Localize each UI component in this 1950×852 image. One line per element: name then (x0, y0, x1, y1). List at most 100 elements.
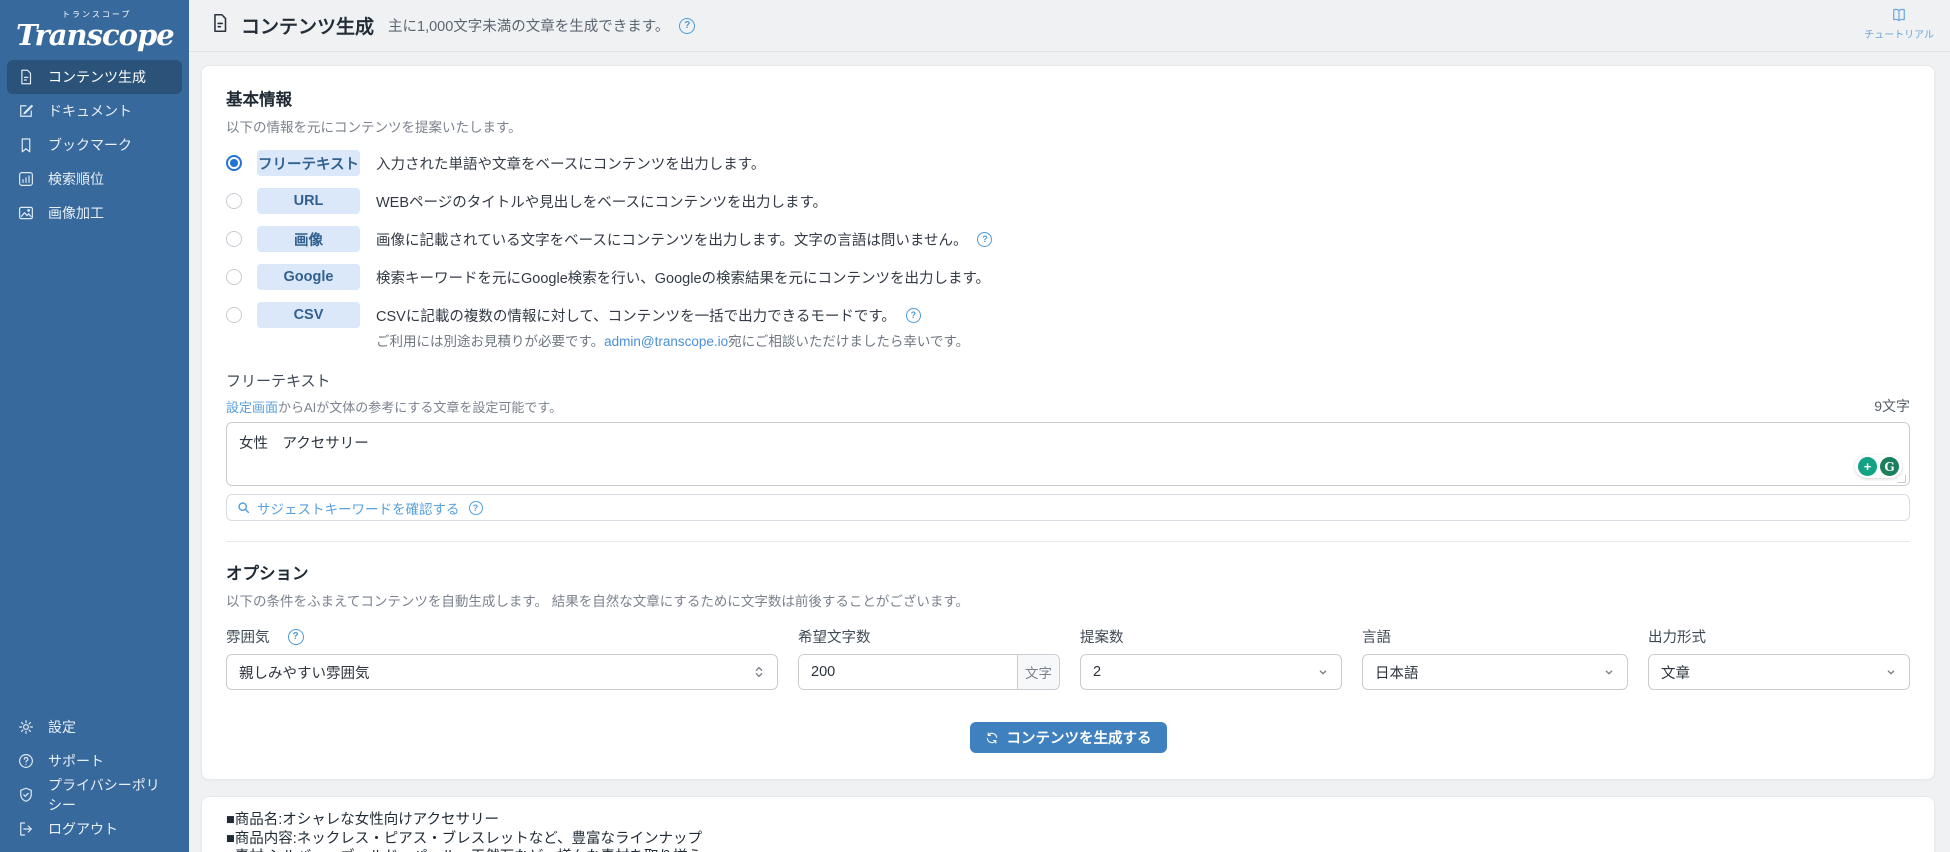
mode-badge[interactable]: CSV (257, 302, 360, 328)
mode-badge[interactable]: 画像 (257, 226, 360, 252)
language-select[interactable]: 日本語 (1362, 654, 1628, 690)
mode-description: 画像に記載されている文字をベースにコンテンツを出力します。文字の言語は問いません… (376, 232, 968, 249)
sidebar-item-logout[interactable]: ログアウト (7, 812, 182, 846)
generation-form-card: 基本情報 以下の情報を元にコンテンツを提案いたします。 フリーテキスト 入力され… (201, 65, 1935, 780)
grammarly-g-icon[interactable]: G (1880, 457, 1899, 476)
sidebar-item-label: ドキュメント (48, 103, 132, 120)
search-icon (238, 502, 250, 514)
mood-select[interactable]: 親しみやすい雰囲気 (226, 654, 778, 690)
help-icon[interactable]: ? (287, 628, 304, 645)
char-target-label: 希望文字数 (798, 630, 871, 646)
sidebar-item-label: プライバシーポリシー (48, 777, 160, 813)
sidebar-nav: コンテンツ生成 ドキュメント ブックマーク 検索順位 画像加工 (0, 60, 189, 230)
radio-freetext[interactable] (226, 155, 242, 171)
suggest-keywords-button[interactable]: サジェストキーワードを確認する ? (226, 494, 1910, 521)
sidebar-item-bookmarks[interactable]: ブックマーク (7, 128, 182, 162)
proposal-count-select[interactable]: 2 (1080, 654, 1342, 690)
mood-value: 親しみやすい雰囲気 (239, 665, 370, 682)
help-icon[interactable]: ? (679, 17, 696, 34)
basic-info-description: 以下の情報を元にコンテンツを提案いたします。 (226, 120, 522, 135)
help-icon[interactable]: ? (977, 231, 993, 247)
chevron-down-icon (1887, 670, 1895, 675)
chevron-down-icon (1319, 670, 1327, 675)
main-area: コンテンツ生成 主に1,000文字未満の文章を生成できます。 ? チュートリアル… (189, 0, 1950, 852)
csv-note-pre: ご利用には別途お見積りが必要です。 (376, 334, 605, 349)
sidebar-item-search-rank[interactable]: 検索順位 (7, 162, 182, 196)
proposal-count-value: 2 (1093, 664, 1102, 680)
tutorial-link[interactable]: チュートリアル (1864, 6, 1934, 41)
app-root: トランスコープ Transcope コンテンツ生成 ドキュメント ブックマーク … (0, 0, 1950, 852)
gear-icon (16, 718, 35, 737)
output-format-label: 出力形式 (1648, 630, 1706, 646)
chart-icon (16, 170, 35, 189)
assistant-plus-icon[interactable]: + (1858, 457, 1877, 476)
char-target-group: 文字 (798, 654, 1060, 690)
language-value: 日本語 (1375, 665, 1419, 682)
mode-description: 入力された単語や文章をベースにコンテンツを出力します。 (376, 156, 766, 173)
section-divider (226, 541, 1910, 542)
help-icon[interactable]: ? (468, 500, 483, 515)
mood-label-text: 雰囲気 (226, 630, 270, 646)
suggest-keywords-label: サジェストキーワードを確認する (257, 501, 460, 517)
radio-csv[interactable] (226, 307, 242, 323)
freetext-sub-row: 設定画面からAIが文体の参考にする文章を設定可能です。 9文字 (226, 396, 1910, 416)
tutorial-label: チュートリアル (1864, 30, 1934, 41)
radio-image[interactable] (226, 231, 242, 247)
generate-button-row: コンテンツを生成する (226, 722, 1910, 753)
generate-content-button[interactable]: コンテンツを生成する (969, 722, 1167, 753)
csv-contact-email-link[interactable]: admin@transcope.io (604, 334, 728, 349)
output-line: ■商品内容:ネックレス・ピアス・ブレスレットなど、豊富なラインナップ (226, 830, 703, 847)
output-format-select[interactable]: 文章 (1648, 654, 1910, 690)
sidebar-item-label: 画像加工 (48, 205, 104, 222)
mode-radio-group: フリーテキスト 入力された単語や文章をベースにコンテンツを出力します。 URL … (226, 150, 1910, 350)
sidebar-item-content-generation[interactable]: コンテンツ生成 (7, 60, 182, 95)
sidebar-item-image-editing[interactable]: 画像加工 (7, 196, 182, 230)
sidebar-item-documents[interactable]: ドキュメント (7, 94, 182, 128)
mode-row-csv: CSV CSVに記載の複数の情報に対して、コンテンツを一括で出力できるモードです… (226, 302, 1910, 328)
mode-badge[interactable]: Google (257, 264, 360, 290)
book-icon (1893, 8, 1905, 22)
char-target-suffix: 文字 (1017, 655, 1059, 689)
shield-check-icon (16, 786, 35, 805)
sidebar-item-label: コンテンツ生成 (48, 69, 146, 86)
field-mood: 雰囲気 ? 親しみやすい雰囲気 (226, 626, 778, 690)
mode-description: 検索キーワードを元にGoogle検索を行い、Googleの検索結果を元にコンテン… (376, 270, 991, 287)
char-target-input[interactable] (799, 655, 1017, 689)
output-line: ■商品名:オシャレな女性向けアクセサリー (226, 812, 500, 828)
logout-icon (16, 820, 35, 839)
field-proposal-count: 提案数 2 (1080, 626, 1342, 690)
radio-url[interactable] (226, 193, 242, 209)
refresh-icon (986, 732, 997, 743)
sidebar-item-label: 検索順位 (48, 171, 104, 188)
mode-badge[interactable]: URL (257, 188, 360, 214)
sidebar-item-label: サポート (48, 753, 104, 769)
sidebar-nav-bottom: 設定 サポート プライバシーポリシー ログアウト (0, 710, 189, 846)
freetext-hint: 設定画面からAIが文体の参考にする文章を設定可能です。 (226, 397, 562, 416)
freetext-input[interactable]: 女性 アクセサリー (226, 422, 1910, 486)
settings-screen-link[interactable]: 設定画面 (226, 400, 278, 415)
brand-logo[interactable]: トランスコープ Transcope (0, 0, 189, 60)
mode-description: CSVに記載の複数の情報に対して、コンテンツを一括で出力できるモードです。 (376, 308, 896, 325)
mode-row-url: URL WEBページのタイトルや見出しをベースにコンテンツを出力します。 (226, 188, 1910, 214)
page-subtitle: 主に1,000文字未満の文章を生成できます。 (388, 19, 670, 35)
radio-google[interactable] (226, 269, 242, 285)
help-circle-icon (16, 752, 35, 771)
mode-badge[interactable]: フリーテキスト (257, 150, 360, 176)
field-char-target: 希望文字数 文字 (798, 626, 1060, 690)
options-fields: 雰囲気 ? 親しみやすい雰囲気 希望文字数 文字 (226, 626, 1910, 690)
edit-icon (16, 102, 35, 121)
image-icon (16, 204, 35, 223)
basic-info-heading: 基本情報 (226, 91, 292, 109)
mode-description: WEBページのタイトルや見出しをベースにコンテンツを出力します。 (376, 194, 828, 211)
sidebar-item-label: 設定 (48, 719, 76, 735)
sidebar-item-support[interactable]: サポート (7, 744, 182, 778)
options-heading: オプション (226, 565, 309, 583)
browser-extension-widget: + G (1855, 455, 1902, 478)
page-header: コンテンツ生成 主に1,000文字未満の文章を生成できます。 ? チュートリアル (189, 0, 1950, 52)
sidebar-item-privacy-policy[interactable]: プライバシーポリシー (7, 777, 182, 813)
help-icon[interactable]: ? (905, 307, 921, 323)
up-down-chevron-icon (755, 666, 763, 678)
sidebar: トランスコープ Transcope コンテンツ生成 ドキュメント ブックマーク … (0, 0, 189, 852)
language-label: 言語 (1362, 630, 1391, 646)
sidebar-item-settings[interactable]: 設定 (7, 710, 182, 744)
